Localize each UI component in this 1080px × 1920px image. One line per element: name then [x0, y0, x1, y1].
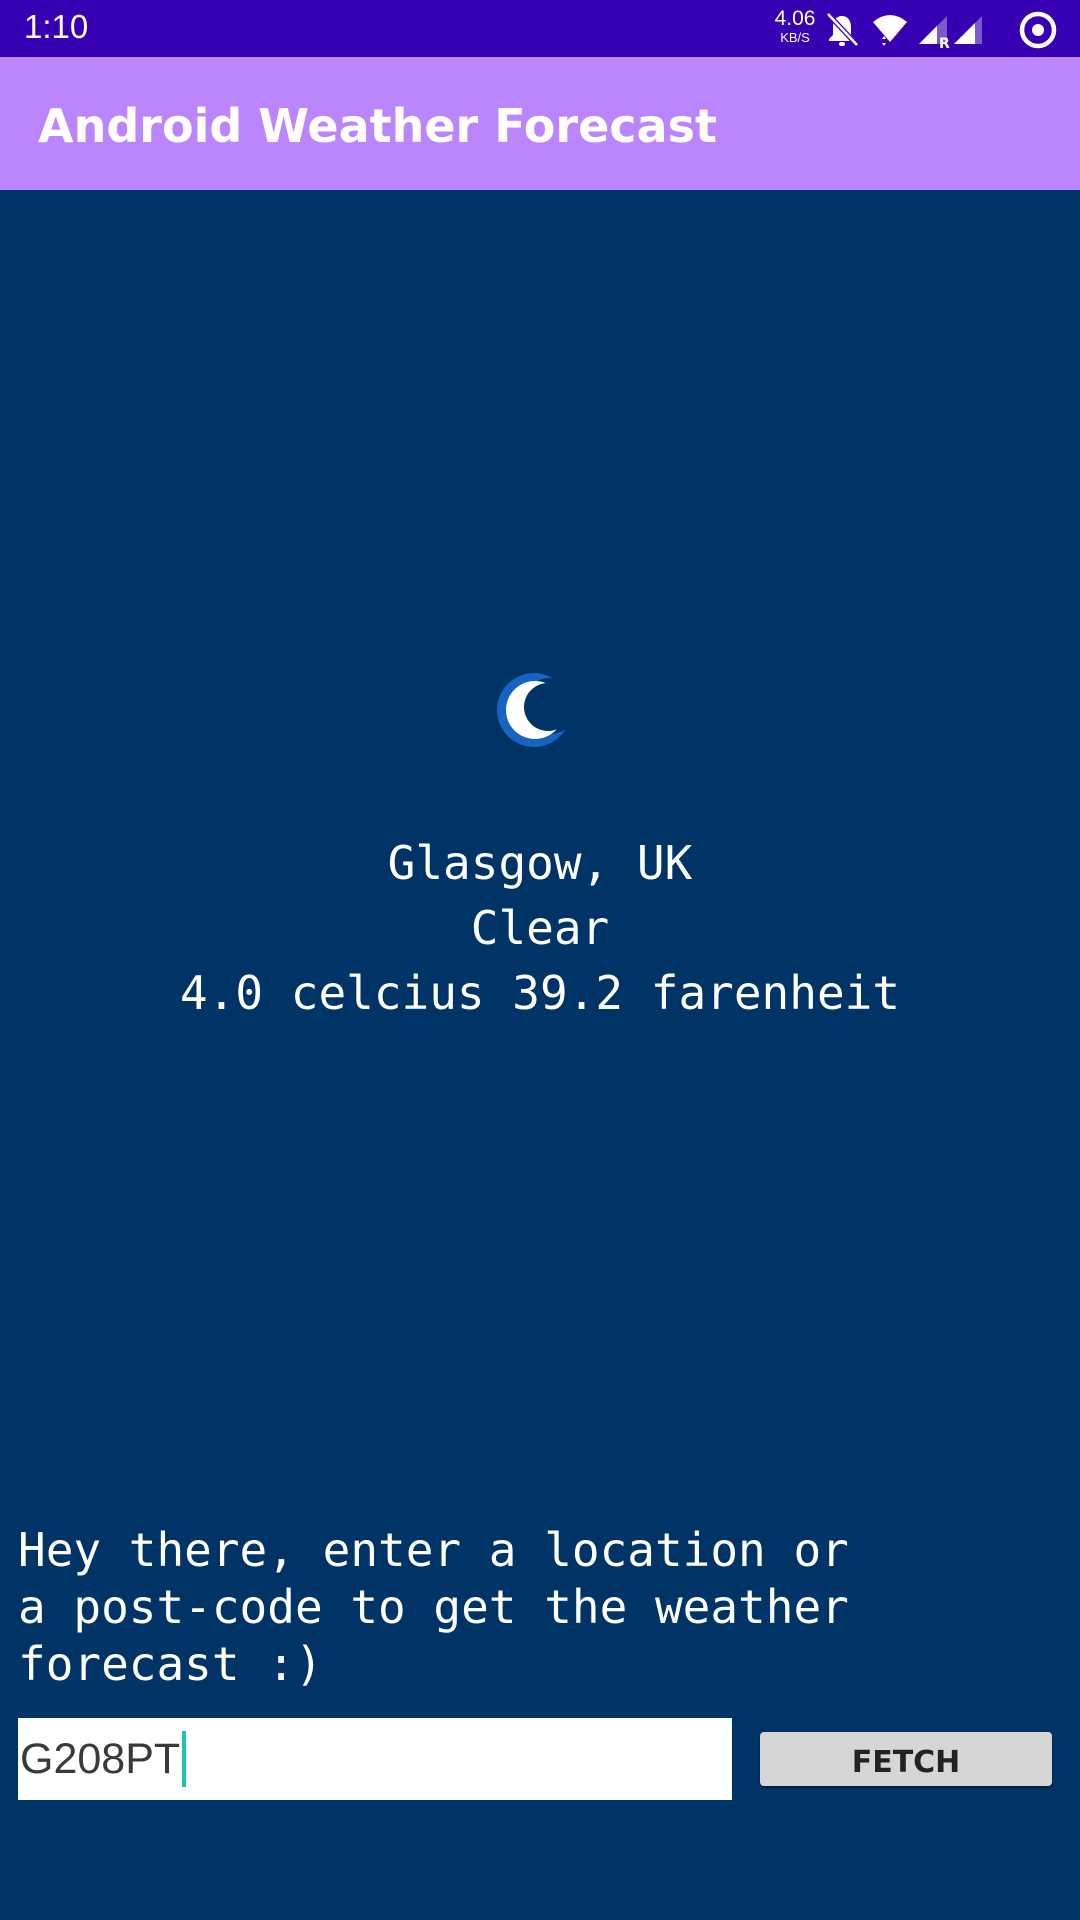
network-speed-value: 4.06	[774, 7, 816, 30]
location-input-value: G208PT	[20, 1734, 181, 1783]
signal-roaming-icon: R	[919, 16, 950, 50]
signal-icon	[954, 16, 982, 44]
fetch-button-label: FETCH	[851, 1744, 961, 1780]
network-speed: 4.06 KB/S	[772, 8, 818, 44]
instruction-text: Hey there, enter a location or a post-co…	[18, 1523, 849, 1691]
status-time: 1:10	[24, 8, 89, 45]
status-bar: 1:10 4.06 KB/S R	[0, 0, 1080, 57]
wifi-icon	[873, 15, 907, 46]
weather-location: Glasgow, UK	[387, 836, 693, 890]
text-caret	[182, 1731, 187, 1787]
location-input[interactable]: G208PT	[18, 1718, 732, 1800]
roaming-label: R	[939, 36, 950, 50]
app-title: Android Weather Forecast	[38, 99, 717, 153]
weather-condition: Clear	[470, 901, 610, 955]
bell-off-icon	[826, 12, 859, 47]
weather-temperature: 4.0 celcius 39.2 farenheit	[179, 966, 901, 1020]
status-icons: R	[826, 11, 1057, 50]
target-icon	[1019, 11, 1057, 49]
fetch-button[interactable]: FETCH	[760, 1732, 1052, 1786]
crescent-moon-icon	[497, 673, 571, 747]
app-bar: Android Weather Forecast	[0, 57, 1080, 190]
network-speed-unit: KB/S	[780, 30, 810, 45]
